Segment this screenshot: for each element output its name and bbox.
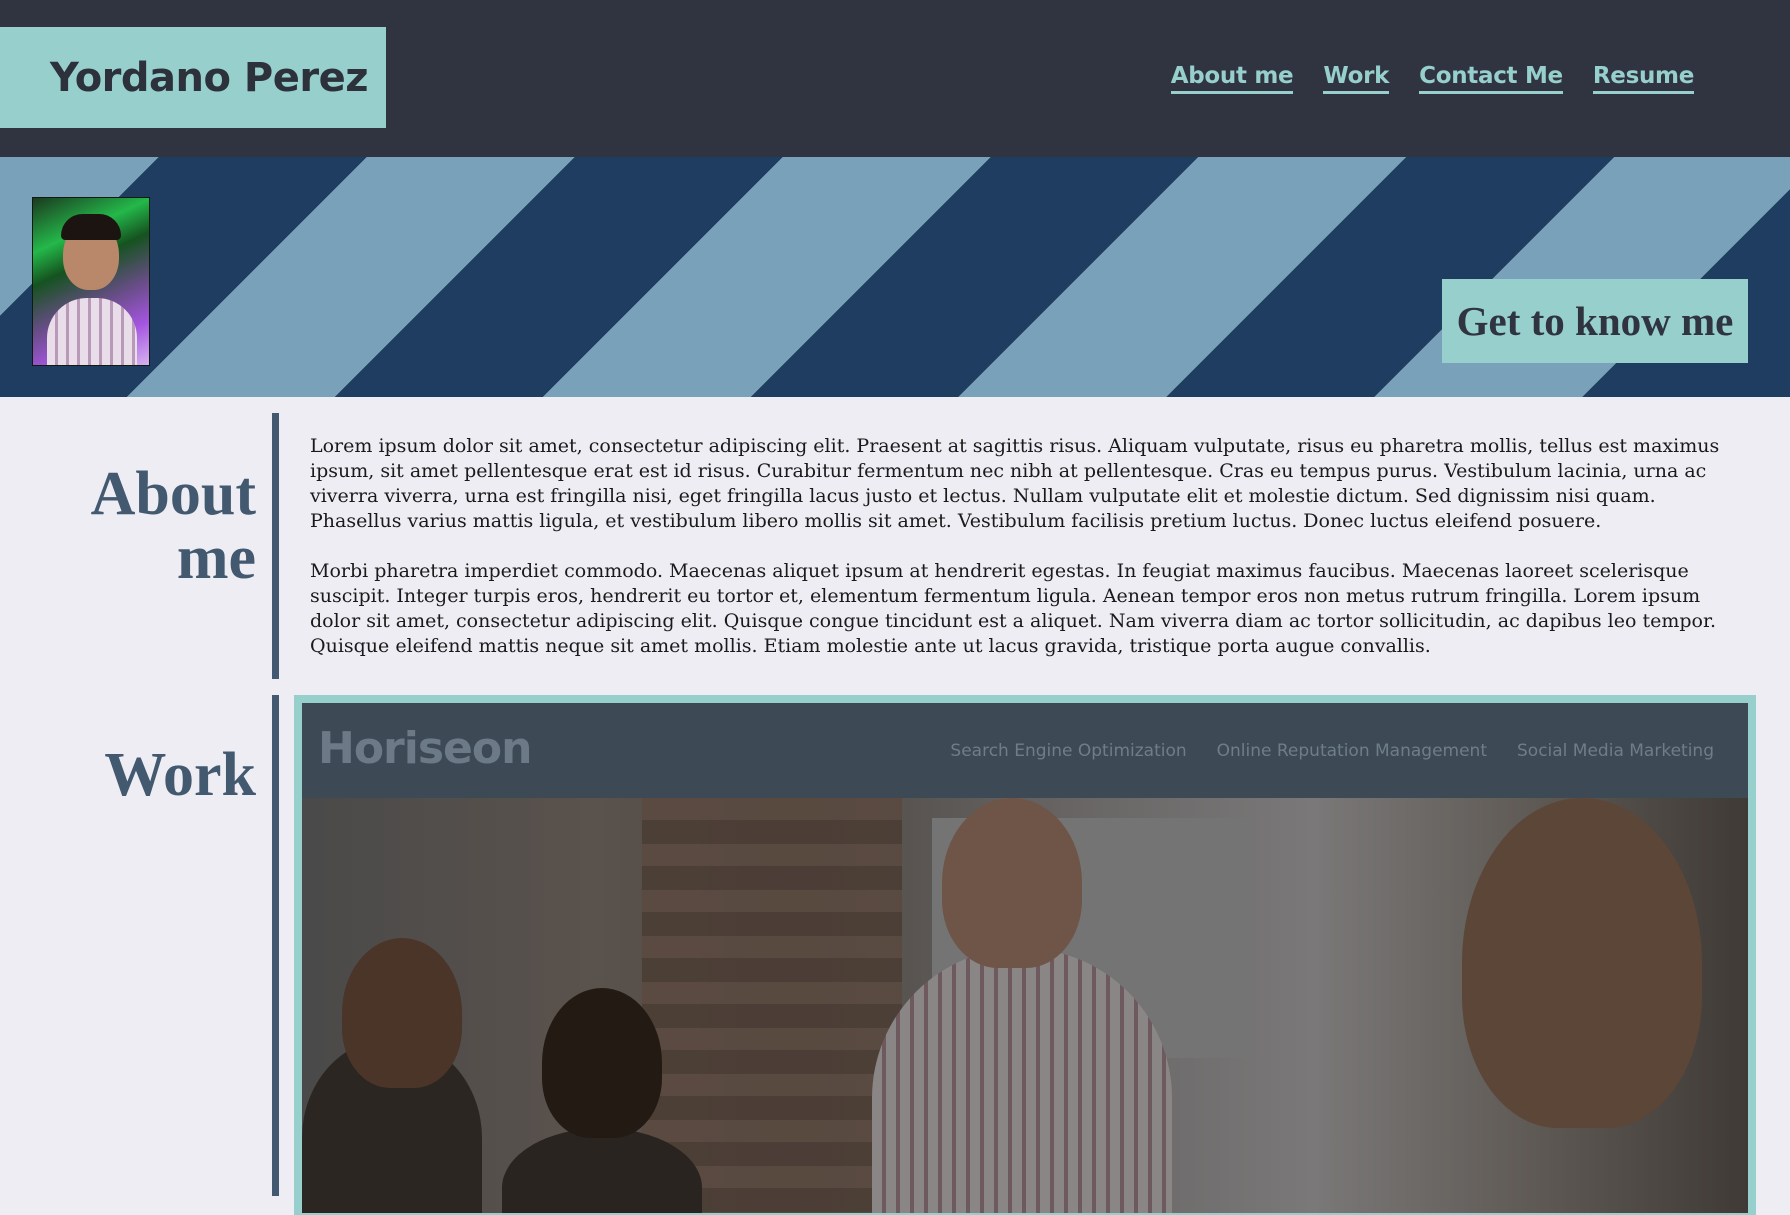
about-title-line2: me — [176, 524, 256, 592]
nav-link-work[interactable]: Work — [1323, 63, 1389, 94]
person-head — [942, 798, 1082, 968]
site-header: Yordano Perez About me Work Contact Me R… — [0, 0, 1790, 157]
avatar-shirt — [47, 298, 137, 365]
person-head — [542, 988, 662, 1138]
person-head — [342, 938, 462, 1088]
about-body: Lorem ipsum dolor sit amet, consectetur … — [310, 434, 1740, 684]
hero-banner: Get to know me — [0, 157, 1790, 397]
about-title-line1: About — [90, 460, 256, 528]
work-project-card[interactable]: Horiseon Search Engine Optimization Onli… — [294, 695, 1756, 1215]
project-hero-image — [302, 798, 1748, 1213]
work-project-screenshot: Horiseon Search Engine Optimization Onli… — [302, 703, 1748, 1213]
project-nav-item: Online Reputation Management — [1216, 741, 1487, 761]
work-divider — [272, 695, 279, 1196]
avatar — [32, 197, 150, 366]
about-paragraph: Morbi pharetra imperdiet commodo. Maecen… — [310, 560, 1717, 657]
project-nav: Search Engine Optimization Online Reputa… — [950, 741, 1714, 761]
about-paragraph: Lorem ipsum dolor sit amet, consectetur … — [310, 435, 1720, 532]
get-to-know-me-heading: Get to know me — [1442, 279, 1748, 363]
avatar-hair — [61, 214, 121, 240]
project-nav-item: Search Engine Optimization — [950, 741, 1187, 761]
nav-link-resume[interactable]: Resume — [1592, 63, 1694, 94]
nav-link-contact[interactable]: Contact Me — [1419, 63, 1563, 94]
project-header: Horiseon Search Engine Optimization Onli… — [302, 703, 1748, 798]
nav-link-about[interactable]: About me — [1170, 63, 1294, 94]
about-title: About me — [91, 462, 256, 590]
project-logo: Horiseon — [318, 723, 532, 774]
work-title: Work — [104, 741, 256, 809]
site-title: Yordano Perez — [0, 27, 386, 128]
main-nav: About me Work Contact Me Resume — [1170, 63, 1694, 94]
about-divider — [272, 413, 279, 679]
person-head — [1462, 798, 1702, 1128]
project-nav-item: Social Media Marketing — [1517, 741, 1714, 761]
